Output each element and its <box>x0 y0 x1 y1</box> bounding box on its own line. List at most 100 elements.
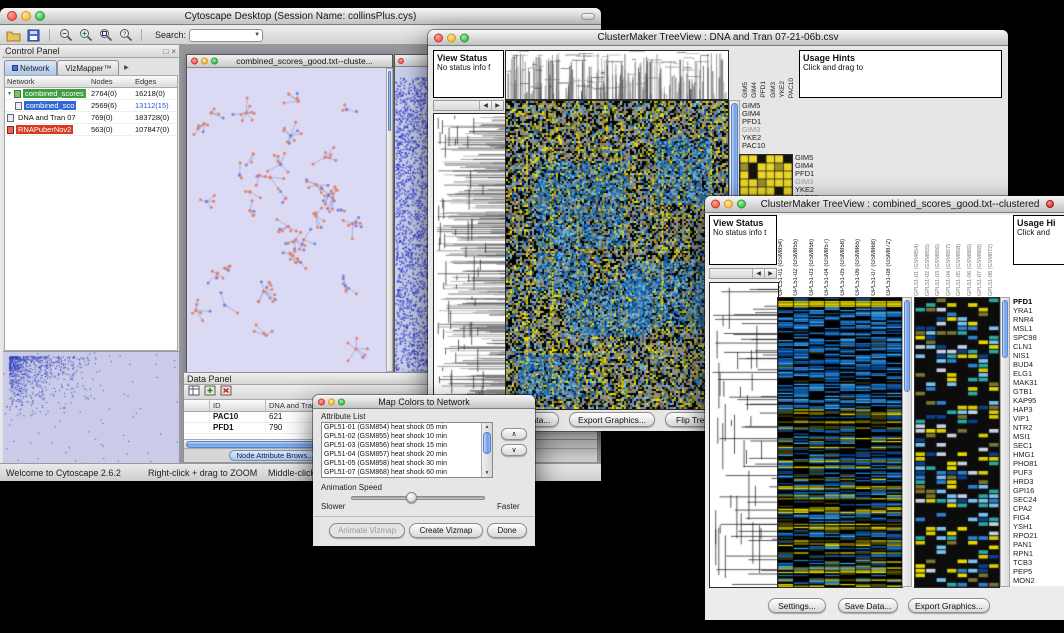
network-canvas[interactable] <box>187 68 385 372</box>
scroll-down-icon[interactable]: ▼ <box>482 469 492 477</box>
gene-label[interactable]: RPO21 <box>1013 531 1063 540</box>
treeview-combined-titlebar[interactable]: ClusterMaker TreeView : combined_scores_… <box>705 196 1064 213</box>
node-attribute-browser-tab[interactable]: Node Attribute Brows... <box>229 450 321 461</box>
close-button[interactable] <box>434 33 443 42</box>
gene-label[interactable]: GIM5 <box>795 154 835 162</box>
dialog-titlebar[interactable]: Map Colors to Network <box>313 395 535 409</box>
gene-label[interactable]: MON2 <box>1013 576 1063 585</box>
network-row[interactable]: DNA and Tran 07 769(0) 183728(0) <box>5 112 177 124</box>
export-graphics-button[interactable]: Export Graphics... <box>908 598 990 613</box>
gene-label[interactable]: RPN1 <box>1013 549 1063 558</box>
heatmap-canvas[interactable] <box>505 100 729 410</box>
select-attributes-icon[interactable] <box>188 383 200 401</box>
close-button[interactable] <box>7 11 17 21</box>
row-dendrogram-scrollbar[interactable]: ◀ ▶ <box>709 268 777 279</box>
gene-label[interactable]: PHO81 <box>1013 459 1063 468</box>
gene-label[interactable]: SPC98 <box>1013 333 1063 342</box>
zoom-in-icon[interactable] <box>77 27 94 43</box>
float-panel-icon[interactable]: □ <box>163 47 168 56</box>
main-titlebar[interactable]: Cytoscape Desktop (Session Name: collins… <box>0 8 601 25</box>
scrollbar-track[interactable] <box>710 269 752 278</box>
gene-label[interactable]: PUF3 <box>1013 468 1063 477</box>
zoom-button[interactable] <box>211 58 218 65</box>
tab-network[interactable]: Network <box>4 60 57 75</box>
heatmap-canvas[interactable] <box>777 297 903 588</box>
gene-label[interactable]: VIP1 <box>1013 414 1063 423</box>
scrollbar-thumb[interactable] <box>483 432 491 454</box>
birdseye-view[interactable] <box>3 351 179 464</box>
gene-label[interactable]: SEC1 <box>1013 441 1063 450</box>
network-view-titlebar[interactable]: combined_scores_good.txt--cluste... <box>187 55 392 68</box>
zoom-button[interactable] <box>737 200 746 209</box>
minimize-button[interactable] <box>328 398 335 405</box>
attribute-item[interactable]: GPL51-04 (GSM857) heat shock 20 min <box>322 450 481 459</box>
zoom-fit-icon[interactable] <box>97 27 114 43</box>
listbox-vscrollbar[interactable]: ▲ ▼ <box>481 423 492 477</box>
gene-label[interactable]: ELG1 <box>1013 369 1063 378</box>
scroll-right-icon[interactable]: ▶ <box>491 101 503 110</box>
create-attribute-icon[interactable] <box>204 383 216 401</box>
zoom-vscrollbar[interactable] <box>1000 297 1010 587</box>
row-dendrogram-scrollbar[interactable]: ◀ ▶ <box>433 100 504 111</box>
close-button[interactable] <box>318 398 325 405</box>
gene-label[interactable]: SEC24 <box>1013 495 1063 504</box>
scroll-left-icon[interactable]: ◀ <box>752 269 764 278</box>
minimize-button[interactable] <box>21 11 31 21</box>
attribute-item[interactable]: GPL51-02 (GSM855) heat shock 10 min <box>322 432 481 441</box>
attribute-listbox[interactable]: GPL51-01 (GSM854) heat shock 05 minGPL51… <box>321 422 493 478</box>
gene-label[interactable]: GPI16 <box>1013 486 1063 495</box>
toolbar-toggle-button[interactable] <box>581 13 595 20</box>
treeview-dna-titlebar[interactable]: ClusterMaker TreeView : DNA and Tran 07-… <box>428 30 1008 46</box>
network-row[interactable]: ▼combined_scores 2764(0) 16218(0) <box>5 88 177 100</box>
search-input[interactable]: ▼ <box>189 29 263 42</box>
close-button[interactable] <box>191 58 198 65</box>
delete-attribute-icon[interactable] <box>220 383 232 401</box>
network-table-header[interactable]: Network Nodes Edges <box>5 76 177 88</box>
tab-vizmapper[interactable]: VizMapper™ <box>57 60 119 75</box>
gene-label[interactable]: PFD1 <box>795 170 835 178</box>
zoom-out-icon[interactable] <box>57 27 74 43</box>
gene-label[interactable]: YKE2 <box>742 134 786 142</box>
save-data-button[interactable]: Save Data... <box>838 598 898 613</box>
gene-label[interactable]: MAK31 <box>1013 378 1063 387</box>
close-panel-icon[interactable]: × <box>171 47 176 56</box>
heatmap-vscrollbar[interactable] <box>902 297 912 587</box>
gene-label[interactable]: PEP5 <box>1013 567 1063 576</box>
close-button[interactable] <box>711 200 720 209</box>
gene-label[interactable]: KAP95 <box>1013 396 1063 405</box>
scroll-up-icon[interactable]: ▲ <box>482 423 492 431</box>
gene-label[interactable]: HAP3 <box>1013 405 1063 414</box>
gene-label[interactable]: PAC10 <box>742 142 786 150</box>
create-vizmap-button[interactable]: Create Vizmap <box>409 523 483 538</box>
gene-label[interactable]: PFD1 <box>742 118 786 126</box>
gene-label[interactable]: YKE2 <box>795 186 835 194</box>
scroll-right-icon[interactable]: ▶ <box>764 269 776 278</box>
done-button[interactable]: Done <box>487 523 527 538</box>
gene-label[interactable]: GIM5 <box>742 102 786 110</box>
gene-label[interactable]: RNR4 <box>1013 315 1063 324</box>
attribute-item[interactable]: GPL51-01 (GSM854) heat shock 05 min <box>322 423 481 432</box>
gene-label[interactable]: NTR2 <box>1013 423 1063 432</box>
attribute-item[interactable]: GPL51-03 (GSM856) heat shock 15 min <box>322 441 481 450</box>
scrollbar-thumb[interactable] <box>904 300 910 392</box>
gene-label[interactable]: GTB1 <box>1013 387 1063 396</box>
close-button[interactable] <box>398 58 404 64</box>
gene-label[interactable]: CLN1 <box>1013 342 1063 351</box>
animation-speed-slider-thumb[interactable] <box>406 492 417 503</box>
save-session-icon[interactable] <box>25 27 42 43</box>
gene-label[interactable]: GIM3 <box>795 178 835 186</box>
gene-label[interactable]: GIM3 <box>742 126 786 134</box>
network-vscrollbar[interactable] <box>386 68 393 372</box>
move-up-button[interactable]: ∧ <box>501 428 527 440</box>
column-dendrogram-canvas[interactable] <box>505 50 729 100</box>
scroll-left-icon[interactable]: ◀ <box>479 101 491 110</box>
gene-label[interactable]: MSI1 <box>1013 432 1063 441</box>
minimize-button[interactable] <box>724 200 733 209</box>
settings-button[interactable]: Settings... <box>768 598 826 613</box>
minimize-button[interactable] <box>447 33 456 42</box>
scrollbar-track[interactable] <box>434 101 479 110</box>
row-dendrogram-canvas[interactable] <box>433 113 506 410</box>
scrollbar-thumb[interactable] <box>1002 300 1008 358</box>
attribute-item[interactable]: GPL51-07 (GSM868) heat shock 60 min <box>322 468 481 477</box>
gene-label[interactable]: GIM4 <box>742 110 786 118</box>
